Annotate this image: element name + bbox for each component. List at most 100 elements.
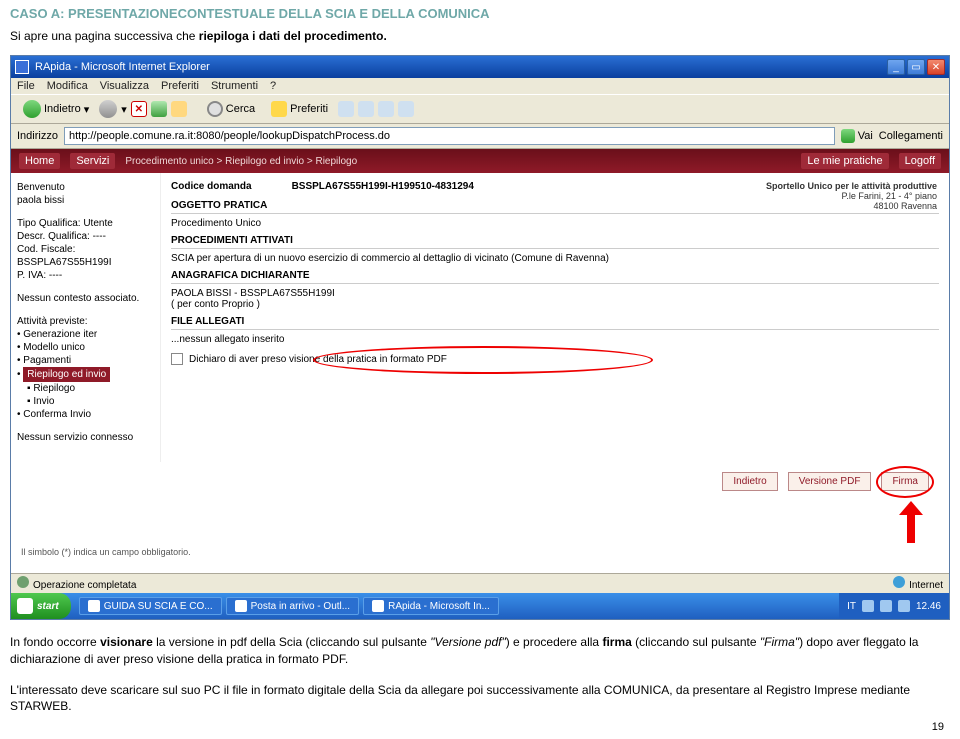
dichiaro-checkbox[interactable] — [171, 353, 183, 365]
status-icon — [17, 576, 29, 588]
links-label[interactable]: Collegamenti — [879, 130, 943, 142]
office-info: Sportello Unico per le attività produtti… — [766, 181, 937, 211]
sidebar: Benvenuto paola bissi Tipo Qualifica: Ut… — [11, 173, 161, 462]
body-paragraph-1: In fondo occorre visionare la versione i… — [10, 634, 950, 668]
address-input[interactable]: http://people.comune.ra.it:8080/people/l… — [64, 127, 835, 145]
annotation-ellipse-2 — [876, 466, 934, 498]
versione-pdf-button[interactable]: Versione PDF — [788, 472, 872, 491]
minimize-button[interactable]: _ — [887, 59, 905, 75]
task-icon-2 — [235, 600, 247, 612]
nav-logoff[interactable]: Logoff — [899, 153, 941, 169]
browser-window: RApida - Microsoft Internet Explorer _ ▭… — [10, 55, 950, 620]
home-button[interactable] — [171, 101, 187, 117]
anag-val1: PAOLA BISSI - BSSPLA67S55H199I — [171, 288, 939, 299]
anag-val2: ( per conto Proprio ) — [171, 299, 939, 310]
tray-icon-1[interactable] — [862, 600, 874, 612]
window-title: RApida - Microsoft Internet Explorer — [35, 61, 887, 73]
menu-strumenti[interactable]: Strumenti — [211, 80, 258, 92]
toolbar: Indietro ▾ ▾ ✕ Cerca Preferiti — [11, 94, 949, 124]
case-heading: CASO A: PRESENTAZIONECONTESTUALE DELLA S… — [10, 6, 950, 21]
sidebar-descr: Descr. Qualifica: ---- — [17, 230, 154, 243]
taskbar-item-1[interactable]: GUIDA SU SCIA E CO... — [79, 597, 222, 615]
status-bar: Operazione completata Internet — [11, 573, 949, 593]
sidebar-modello[interactable]: Modello unico — [23, 342, 85, 353]
annotation-arrow — [897, 501, 925, 543]
intro-text: Si apre una pagina successiva che riepil… — [10, 29, 950, 43]
page-content: Home Servizi Procedimento unico > Riepil… — [11, 149, 949, 573]
proc-head: PROCEDIMENTI ATTIVATI — [171, 235, 939, 249]
office-line2: P.le Farini, 21 - 4° piano — [766, 191, 937, 201]
search-button[interactable]: Cerca — [201, 99, 261, 119]
indietro-button[interactable]: Indietro — [722, 472, 777, 491]
nav-home[interactable]: Home — [19, 153, 60, 169]
sidebar-tipo: Tipo Qualifica: Utente — [17, 217, 154, 230]
sidebar-contesto: Nessun contesto associato. — [17, 292, 154, 305]
office-line3: 48100 Ravenna — [766, 201, 937, 211]
back-button[interactable]: Indietro ▾ — [17, 98, 95, 120]
anag-head: ANAGRAFICA DICHIARANTE — [171, 270, 939, 284]
address-label: Indirizzo — [17, 130, 58, 142]
tray-icon-3[interactable] — [898, 600, 910, 612]
globe-icon — [893, 576, 905, 588]
codice-label: Codice domanda — [171, 181, 252, 192]
file-val: ...nessun allegato inserito — [171, 334, 939, 345]
search-icon — [207, 101, 223, 117]
required-note: Il simbolo (*) indica un campo obbligato… — [11, 543, 949, 573]
favorites-button[interactable]: Preferiti — [265, 99, 334, 119]
menu-modifica[interactable]: Modifica — [47, 80, 88, 92]
taskbar: start GUIDA SU SCIA E CO... Posta in arr… — [11, 593, 949, 619]
proc-val: SCIA per apertura di un nuovo esercizio … — [171, 253, 939, 264]
misc-icon-2[interactable] — [358, 101, 374, 117]
taskbar-item-3[interactable]: RApida - Microsoft In... — [363, 597, 499, 615]
sidebar-codval: BSSPLA67S55H199I — [17, 256, 154, 269]
sidebar-pag[interactable]: Pagamenti — [23, 355, 71, 366]
maximize-button[interactable]: ▭ — [907, 59, 925, 75]
tray-icon-2[interactable] — [880, 600, 892, 612]
titlebar: RApida - Microsoft Internet Explorer _ ▭… — [11, 56, 949, 78]
sidebar-riep[interactable]: Riepilogo — [33, 383, 75, 394]
sidebar-invio[interactable]: Invio — [33, 396, 54, 407]
menu-visualizza[interactable]: Visualizza — [100, 80, 149, 92]
sidebar-riep-sel[interactable]: Riepilogo ed invio — [23, 367, 110, 382]
menu-file[interactable]: File — [17, 80, 35, 92]
nav-servizi[interactable]: Servizi — [70, 153, 115, 169]
go-label: Vai — [858, 130, 873, 142]
status-text: Operazione completata — [33, 580, 136, 591]
taskbar-item-2[interactable]: Posta in arrivo - Outl... — [226, 597, 359, 615]
sidebar-gen[interactable]: Generazione iter — [23, 329, 97, 340]
task-icon-3 — [372, 600, 384, 612]
clock: 12.46 — [916, 601, 941, 612]
misc-icon-3[interactable] — [378, 101, 394, 117]
close-button[interactable]: ✕ — [927, 59, 945, 75]
start-button[interactable]: start — [11, 593, 71, 619]
go-button[interactable]: Vai — [841, 129, 873, 143]
button-bar: Indietro Versione PDF Firma — [11, 462, 949, 501]
sidebar-user: paola bissi — [17, 194, 154, 207]
menu-preferiti[interactable]: Preferiti — [161, 80, 199, 92]
misc-icon-4[interactable] — [398, 101, 414, 117]
task-label-3: RApida - Microsoft In... — [388, 601, 490, 612]
intro-prefix: Si apre una pagina successiva che — [10, 29, 199, 43]
nav-pratiche[interactable]: Le mie pratiche — [801, 153, 888, 169]
dichiaro-row: Dichiaro di aver preso visione della pra… — [171, 353, 939, 365]
go-icon — [841, 129, 855, 143]
search-label: Cerca — [226, 103, 255, 115]
sidebar-conferma[interactable]: Conferma Invio — [23, 409, 91, 420]
lang-indicator[interactable]: IT — [847, 601, 856, 612]
stop-button[interactable]: ✕ — [131, 101, 147, 117]
main-panel: Sportello Unico per le attività produtti… — [161, 173, 949, 462]
ie-icon — [15, 60, 29, 74]
misc-icon-1[interactable] — [338, 101, 354, 117]
file-head: FILE ALLEGATI — [171, 316, 939, 330]
breadcrumb: Procedimento unico > Riepilogo ed invio … — [125, 156, 357, 167]
system-tray: IT 12.46 — [839, 593, 949, 619]
menu-help[interactable]: ? — [270, 80, 276, 92]
forward-button[interactable] — [99, 100, 117, 118]
star-icon — [271, 101, 287, 117]
sidebar-servizio: Nessun servizio connesso — [17, 431, 154, 444]
zone-text: Internet — [909, 580, 943, 591]
address-bar: Indirizzo http://people.comune.ra.it:808… — [11, 124, 949, 149]
body-paragraph-2: L'interessato deve scaricare sul suo PC … — [10, 682, 950, 716]
refresh-button[interactable] — [151, 101, 167, 117]
back-label: Indietro — [44, 103, 81, 115]
